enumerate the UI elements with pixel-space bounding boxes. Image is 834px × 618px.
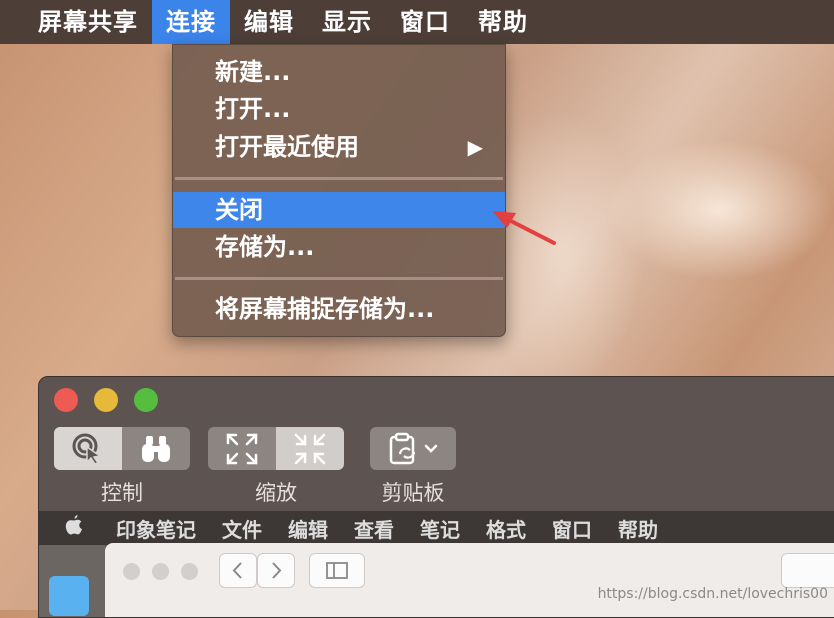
finder-icon[interactable] xyxy=(49,576,89,616)
remote-minimize-dot[interactable] xyxy=(152,563,169,580)
menu-item-open-recent[interactable]: 打开最近使用 ▶ xyxy=(173,129,505,165)
chevron-left-icon xyxy=(232,562,242,579)
menu-item-close[interactable]: 关闭 xyxy=(173,192,505,228)
remote-zoom-dot[interactable] xyxy=(181,563,198,580)
connection-dropdown: 新建... 打开... 打开最近使用 ▶ 关闭 存储为... 将屏幕捕捉存储为.… xyxy=(172,44,506,337)
control-segmented xyxy=(54,427,190,470)
control-mode-button[interactable] xyxy=(54,427,122,470)
top-menubar: 屏幕共享 连接 编辑 显示 窗口 帮助 xyxy=(0,0,834,44)
remote-menu-view[interactable]: 查看 xyxy=(341,514,407,543)
menu-window[interactable]: 窗口 xyxy=(386,0,464,44)
remote-menu-help[interactable]: 帮助 xyxy=(605,514,671,543)
menu-edit[interactable]: 编辑 xyxy=(230,0,308,44)
menu-view[interactable]: 显示 xyxy=(308,0,386,44)
remote-menu-evernote[interactable]: 印象笔记 xyxy=(103,514,209,543)
remote-menu-note[interactable]: 笔记 xyxy=(407,514,473,543)
remote-app-window xyxy=(105,543,834,617)
control-label: 控制 xyxy=(101,481,143,505)
forward-button[interactable] xyxy=(257,553,295,588)
clipboard-label: 剪贴板 xyxy=(381,481,445,505)
minimize-window-button[interactable] xyxy=(94,388,118,412)
zoom-window-button[interactable] xyxy=(134,388,158,412)
remote-menu-edit[interactable]: 编辑 xyxy=(275,514,341,543)
chevron-right-icon xyxy=(272,562,282,579)
screen-sharing-window: 控制 缩放 剪贴板 印象笔记 文件 编辑 查看 笔记 格式 窗口 帮助 xyxy=(38,376,834,618)
remote-close-dot[interactable] xyxy=(123,563,140,580)
menu-help[interactable]: 帮助 xyxy=(464,0,542,44)
sidebar-toggle-button[interactable] xyxy=(309,553,365,588)
clipboard-menu-button[interactable] xyxy=(370,427,456,470)
fullscreen-button[interactable] xyxy=(208,427,276,470)
menu-separator xyxy=(175,277,503,280)
clipboard-sync-icon xyxy=(389,432,438,464)
menu-separator xyxy=(175,177,503,180)
triangle-right-icon: ▶ xyxy=(467,135,483,159)
close-window-button[interactable] xyxy=(54,388,78,412)
menu-connection[interactable]: 连接 xyxy=(152,0,230,44)
apple-icon[interactable] xyxy=(39,514,103,542)
zoom-label: 缩放 xyxy=(255,481,297,505)
shrink-icon xyxy=(294,433,326,464)
remote-menu-file[interactable]: 文件 xyxy=(209,514,275,543)
back-button[interactable] xyxy=(219,553,257,588)
search-field[interactable] xyxy=(781,553,834,588)
menu-item-new[interactable]: 新建... xyxy=(173,54,505,90)
scale-button[interactable] xyxy=(276,427,344,470)
remote-menubar: 印象笔记 文件 编辑 查看 笔记 格式 窗口 帮助 xyxy=(39,511,834,545)
menu-item-save-screenshot[interactable]: 将屏幕捕捉存储为... xyxy=(173,291,505,327)
remote-dock xyxy=(39,545,105,617)
cursor-click-icon xyxy=(72,433,102,465)
watermark: https://blog.csdn.net/lovechris00 xyxy=(597,586,828,602)
observe-mode-button[interactable] xyxy=(122,427,190,470)
zoom-segmented xyxy=(208,427,344,470)
remote-menu-format[interactable]: 格式 xyxy=(473,514,539,543)
expand-icon xyxy=(226,433,258,464)
sidebar-icon xyxy=(326,562,348,579)
menu-item-open[interactable]: 打开... xyxy=(173,91,505,127)
clipboard-button-inner xyxy=(370,427,456,470)
menu-item-open-recent-label: 打开最近使用 xyxy=(215,133,359,161)
binoculars-icon xyxy=(142,435,170,462)
menu-screen-sharing[interactable]: 屏幕共享 xyxy=(0,0,152,44)
menu-item-save-as[interactable]: 存储为... xyxy=(173,229,505,265)
remote-menu-window[interactable]: 窗口 xyxy=(539,514,605,543)
